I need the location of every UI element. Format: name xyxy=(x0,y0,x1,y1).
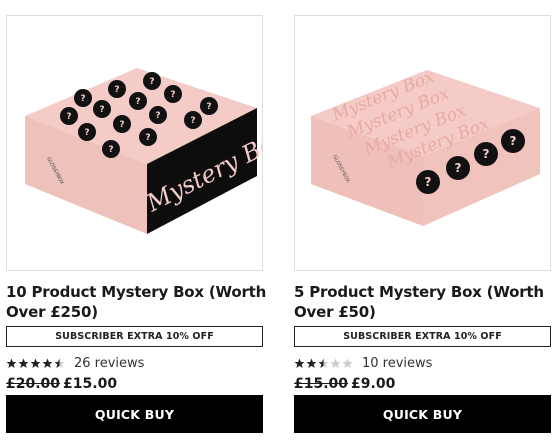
star-icon xyxy=(18,358,29,368)
svg-text:?: ? xyxy=(99,105,104,115)
product-image[interactable]: Mystery Box Mystery Box Mystery Box Myst… xyxy=(294,15,551,271)
svg-text:?: ? xyxy=(114,85,119,95)
product-image[interactable]: ??? ????? ???? ?? Mystery Box GLOSSYBOX xyxy=(6,15,263,271)
svg-text:?: ? xyxy=(84,128,89,138)
svg-text:?: ? xyxy=(425,175,432,189)
product-card[interactable]: ??? ????? ???? ?? Mystery Box GLOSSYBOX … xyxy=(6,0,266,443)
mystery-box-5-image: Mystery Box Mystery Box Mystery Box Myst… xyxy=(311,66,540,226)
svg-text:?: ? xyxy=(66,112,71,122)
svg-text:?: ? xyxy=(483,147,490,161)
svg-text:?: ? xyxy=(108,145,113,155)
review-count[interactable]: 26 reviews xyxy=(74,356,144,371)
star-icon xyxy=(318,358,329,368)
original-price: £15.00 xyxy=(294,376,349,392)
product-card[interactable]: Mystery Box Mystery Box Mystery Box Myst… xyxy=(294,0,551,443)
svg-text:?: ? xyxy=(155,111,160,121)
subscriber-offer-badge: SUBSCRIBER EXTRA 10% OFF xyxy=(294,326,551,347)
svg-text:?: ? xyxy=(206,102,211,112)
subscriber-offer-badge: SUBSCRIBER EXTRA 10% OFF xyxy=(6,326,263,347)
star-icon xyxy=(54,358,65,368)
star-icon xyxy=(294,358,305,368)
review-count[interactable]: 10 reviews xyxy=(362,356,432,371)
star-icon xyxy=(342,358,353,368)
svg-text:?: ? xyxy=(190,116,195,126)
product-price: £20.00 £15.00 xyxy=(6,376,117,392)
product-title[interactable]: 5 Product Mystery Box (Worth Over £50) xyxy=(294,282,556,322)
sale-price: £9.00 xyxy=(351,376,396,392)
svg-text:?: ? xyxy=(455,161,462,175)
sale-price: £15.00 xyxy=(63,376,118,392)
svg-text:?: ? xyxy=(170,90,175,100)
mystery-box-10-image: ??? ????? ???? ?? Mystery Box GLOSSYBOX xyxy=(25,68,262,234)
product-price: £15.00 £9.00 xyxy=(294,376,395,392)
star-icon xyxy=(306,358,317,368)
quick-buy-button[interactable]: QUICK BUY xyxy=(6,395,263,433)
rating-stars xyxy=(6,358,66,369)
original-price: £20.00 xyxy=(6,376,61,392)
svg-text:?: ? xyxy=(119,120,124,130)
product-rating: 26 reviews xyxy=(6,355,144,371)
product-rating: 10 reviews xyxy=(294,355,432,371)
star-icon xyxy=(30,358,41,368)
svg-text:?: ? xyxy=(135,97,140,107)
svg-text:?: ? xyxy=(149,77,154,87)
quick-buy-button[interactable]: QUICK BUY xyxy=(294,395,551,433)
star-icon xyxy=(6,358,17,368)
star-icon xyxy=(330,358,341,368)
svg-text:?: ? xyxy=(145,133,150,143)
star-icon xyxy=(42,358,53,368)
svg-text:?: ? xyxy=(80,94,85,104)
product-title[interactable]: 10 Product Mystery Box (Worth Over £250) xyxy=(6,282,268,322)
svg-text:?: ? xyxy=(510,134,517,148)
rating-stars xyxy=(294,358,354,369)
